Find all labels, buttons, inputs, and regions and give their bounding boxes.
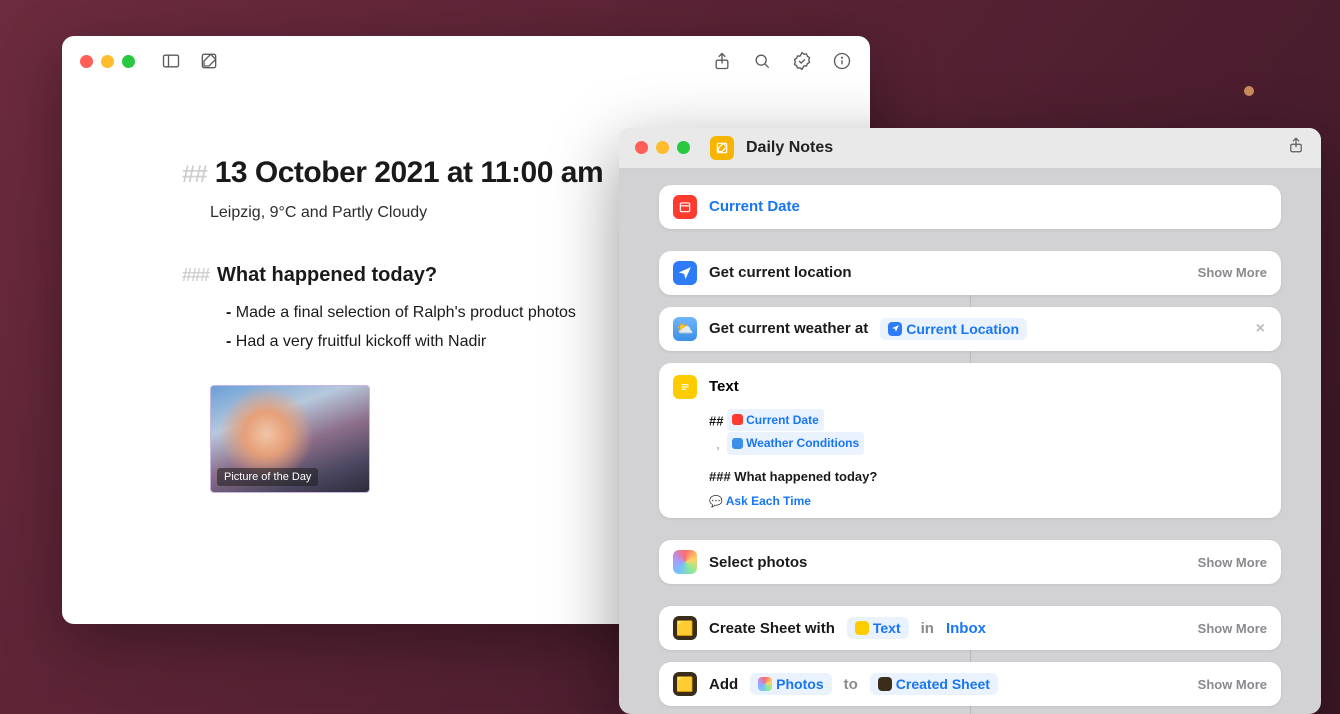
action-label: Get current location (709, 264, 852, 281)
notes-titlebar (62, 36, 870, 86)
action-add-photos[interactable]: 🟨 Add Photos to Created Sheet Show More (659, 662, 1281, 706)
weather-icon: ⛅ (673, 317, 697, 341)
share-icon[interactable] (1287, 136, 1305, 159)
current-location-variable-token[interactable]: Current Location (880, 318, 1027, 340)
show-more-button[interactable]: Show More (1198, 677, 1267, 692)
current-date-variable-token[interactable]: Current Date (727, 409, 824, 431)
action-text[interactable]: Text ## Current Date , Weather Condition… (659, 363, 1281, 519)
shortcut-title: Daily Notes (746, 139, 833, 157)
close-window-button[interactable] (80, 55, 93, 68)
text-variable-token[interactable]: Text (847, 617, 909, 639)
compose-icon[interactable] (199, 51, 219, 71)
traffic-lights (80, 55, 135, 68)
show-more-button[interactable]: Show More (1198, 621, 1267, 636)
action-create-sheet[interactable]: 🟨 Create Sheet with Text in Inbox Show M… (659, 606, 1281, 650)
action-label: Add (709, 676, 738, 693)
action-label: Get current weather at (709, 320, 868, 337)
action-get-location[interactable]: Get current location Show More (659, 251, 1281, 295)
note-title: 13 October 2021 at 11:00 am (215, 156, 603, 190)
search-icon[interactable] (752, 51, 772, 71)
action-select-photos[interactable]: Select photos Show More (659, 540, 1281, 584)
ask-each-time-token[interactable]: Ask Each Time (709, 494, 811, 508)
action-connector (970, 650, 971, 662)
background-accent-dot (1244, 86, 1254, 96)
calendar-icon (732, 414, 743, 425)
info-icon[interactable] (832, 51, 852, 71)
show-more-button[interactable]: Show More (1198, 265, 1267, 280)
action-label: Create Sheet with (709, 620, 835, 637)
embedded-image[interactable]: Picture of the Day (210, 385, 370, 493)
text-icon (855, 621, 869, 635)
shortcut-actions-list: Current Date Get current location Show M… (619, 169, 1321, 714)
minimize-window-button[interactable] (656, 141, 669, 154)
bear-app-icon (878, 677, 892, 691)
photos-icon (673, 550, 697, 574)
text-icon (673, 375, 697, 399)
close-window-button[interactable] (635, 141, 648, 154)
weather-variable-token[interactable]: Weather Conditions (727, 432, 864, 454)
zoom-window-button[interactable] (677, 141, 690, 154)
shortcuts-titlebar: Daily Notes (619, 128, 1321, 169)
heading3-markdown-marker: ### (182, 265, 209, 286)
heading2-markdown-marker: ## (182, 161, 207, 189)
text-template-body[interactable]: ## Current Date , Weather Conditions ###… (709, 409, 1267, 489)
photos-icon (758, 677, 772, 691)
action-current-date[interactable]: Current Date (659, 185, 1281, 229)
minimize-window-button[interactable] (101, 55, 114, 68)
heading3-text: ### What happened today? (709, 469, 877, 484)
action-label: Select photos (709, 554, 807, 571)
traffic-lights (635, 141, 690, 154)
image-caption: Picture of the Day (217, 468, 318, 486)
sidebar-toggle-icon[interactable] (161, 51, 181, 71)
inbox-destination[interactable]: Inbox (946, 620, 986, 637)
action-connector (970, 706, 971, 714)
show-more-button[interactable]: Show More (1198, 555, 1267, 570)
calendar-icon (673, 195, 697, 219)
shortcut-app-icon (710, 136, 734, 160)
zoom-window-button[interactable] (122, 55, 135, 68)
remove-action-button[interactable]: × (1254, 320, 1267, 338)
shortcuts-window: Daily Notes Current Date Get current loc… (619, 128, 1321, 714)
bear-app-icon: 🟨 (673, 672, 697, 696)
current-date-token[interactable]: Current Date (709, 198, 800, 215)
bear-app-icon: 🟨 (673, 616, 697, 640)
photos-variable-token[interactable]: Photos (750, 673, 831, 695)
share-icon[interactable] (712, 51, 732, 71)
action-connector (970, 295, 971, 307)
action-label: Text (709, 378, 739, 395)
section-heading: What happened today? (217, 264, 437, 287)
location-arrow-icon (888, 322, 902, 336)
location-arrow-icon (673, 261, 697, 285)
checkmark-seal-icon[interactable] (792, 51, 812, 71)
action-get-weather[interactable]: ⛅ Get current weather at Current Locatio… (659, 307, 1281, 351)
created-sheet-variable-token[interactable]: Created Sheet (870, 673, 998, 695)
weather-icon (732, 438, 743, 449)
action-connector (970, 351, 971, 363)
